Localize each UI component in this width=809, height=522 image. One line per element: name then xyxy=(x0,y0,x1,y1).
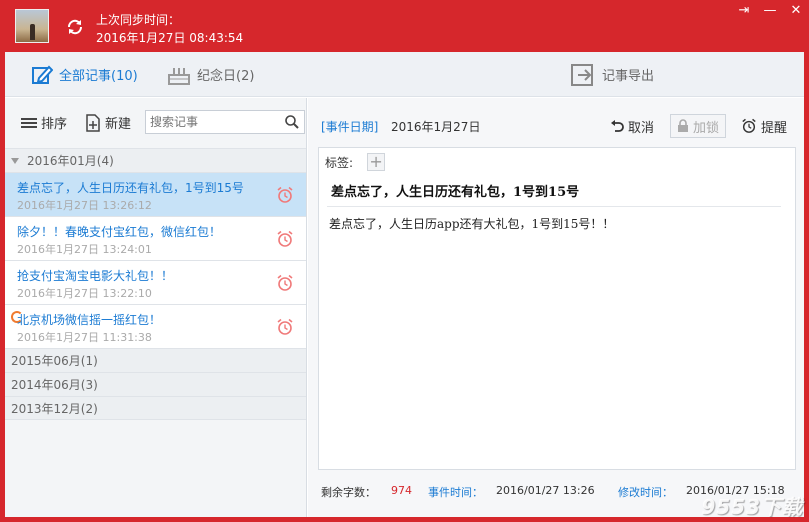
list-item[interactable]: 差点忘了，人生日历还有礼包，1号到15号 2016年1月27日 13:26:12 xyxy=(5,172,306,216)
group-2015-06[interactable]: 2015年06月(1) xyxy=(5,144,314,372)
group-2013-12[interactable]: 2013年12月(2) xyxy=(5,144,314,420)
collapse-arrow-icon xyxy=(11,157,19,164)
alarm-clock-icon[interactable] xyxy=(276,230,294,248)
group-label: 2013年12月(2) xyxy=(11,401,98,416)
event-date-label[interactable]: [事件日期] xyxy=(321,118,378,135)
event-time-value: 2016/01/27 13:26 xyxy=(496,484,595,497)
note-title: 抢支付宝淘宝电影大礼包！！ xyxy=(17,269,174,283)
alarm-clock-icon[interactable] xyxy=(276,274,294,292)
event-time-label: 事件时间： xyxy=(428,486,483,499)
pin-icon[interactable]: ⇥ xyxy=(734,3,754,19)
list-item[interactable]: 除夕！！春晚支付宝红包，微信红包！ 2016年1月27日 13:24:01 xyxy=(5,216,306,260)
search-input[interactable] xyxy=(146,111,280,133)
sync-icon[interactable] xyxy=(66,18,84,36)
tab-label: 纪念日(2) xyxy=(197,69,255,84)
new-note-icon xyxy=(86,113,100,132)
list-toolbar: 排序 新建 xyxy=(5,98,306,148)
add-tag-button[interactable]: + xyxy=(367,153,386,171)
detail-header: [事件日期] 2016年1月27日 取消 加锁 提醒 xyxy=(308,98,804,146)
list-item[interactable]: 抢支付宝淘宝电影大礼包！！ 2016年1月27日 13:22:10 xyxy=(5,260,306,304)
alarm-clock-icon xyxy=(742,118,756,133)
note-date: 2016年1月27日 13:26:12 xyxy=(17,199,152,212)
remaining-chars-value: 974 xyxy=(391,484,412,497)
avatar[interactable] xyxy=(15,9,49,43)
search-icon[interactable] xyxy=(284,114,300,130)
note-title: 差点忘了，人生日历还有礼包，1号到15号 xyxy=(17,181,244,195)
sort-button[interactable]: 排序 xyxy=(21,113,67,132)
note-date: 2016年1月27日 13:24:01 xyxy=(17,243,152,256)
note-title: 除夕！！春晚支付宝红包，微信红包！ xyxy=(17,225,222,239)
note-detail-panel: [事件日期] 2016年1月27日 取消 加锁 提醒 标签: + 差点忘了，人生… xyxy=(308,98,804,517)
sync-label: 上次同步时间： xyxy=(96,13,181,27)
main-window: 全部记事(10) 纪念日(2) 记事导出 排序 新建 搜索记事 2016年01月… xyxy=(5,52,804,517)
tab-all-notes[interactable]: 全部记事(10) xyxy=(31,52,138,97)
lock-icon xyxy=(678,119,688,132)
group-2016-01[interactable]: 2016年01月(4) xyxy=(5,148,306,172)
tab-export[interactable]: 记事导出 xyxy=(570,52,654,97)
new-note-button[interactable]: 新建 xyxy=(85,113,131,132)
event-date-value: 2016年1月27日 xyxy=(391,120,481,134)
lock-button[interactable]: 加锁 xyxy=(670,114,727,138)
group-label: 2014年06月(3) xyxy=(11,378,98,392)
tab-label: 全部记事(10) xyxy=(59,69,138,84)
menu-icon xyxy=(21,117,37,128)
cancel-button[interactable]: 取消 xyxy=(610,114,654,138)
sort-label: 排序 xyxy=(41,117,68,132)
note-date: 2016年1月27日 11:31:38 xyxy=(17,331,152,344)
note-date: 2016年1月27日 13:22:10 xyxy=(17,287,152,300)
sync-time: 2016年1月27日 08:43:54 xyxy=(96,31,244,45)
modify-time-label: 修改时间： xyxy=(618,486,673,499)
remind-label: 提醒 xyxy=(761,120,788,136)
note-editor[interactable]: 标签: + 差点忘了，人生日历还有礼包，1号到15号 差点忘了，人生日历app还… xyxy=(318,147,796,470)
note-title: 北京机场微信摇一摇红包！ xyxy=(17,313,162,327)
group-label: 2016年01月(4) xyxy=(27,154,114,168)
tab-bar: 全部记事(10) 纪念日(2) 记事导出 xyxy=(5,52,804,97)
undo-icon xyxy=(611,120,624,132)
minimize-icon[interactable]: — xyxy=(760,3,780,19)
close-icon[interactable]: ✕ xyxy=(786,3,806,19)
title-bar: 上次同步时间： 2016年1月27日 08:43:54 ⇥ — ✕ xyxy=(0,0,809,52)
search-box xyxy=(145,110,305,134)
lock-label: 加锁 xyxy=(693,120,720,136)
remind-button[interactable]: 提醒 xyxy=(741,114,787,138)
list-item[interactable]: 北京机场微信摇一摇红包！ 2016年1月27日 11:31:38 xyxy=(5,304,306,348)
note-title-field[interactable]: 差点忘了，人生日历还有礼包，1号到15号 xyxy=(331,181,579,200)
group-label: 2015年06月(1) xyxy=(11,354,98,368)
tab-label: 记事导出 xyxy=(602,69,655,84)
cancel-label: 取消 xyxy=(628,120,655,136)
watermark-logo: 9553下载 xyxy=(701,495,803,519)
alarm-clock-icon[interactable] xyxy=(276,186,294,204)
tab-anniversary[interactable]: 纪念日(2) xyxy=(167,52,254,97)
group-2014-06[interactable]: 2014年06月(3) xyxy=(5,144,314,396)
note-body-field[interactable]: 差点忘了，人生日历app还有大礼包，1号到15号！！ xyxy=(329,215,614,232)
divider xyxy=(327,206,781,207)
cake-icon xyxy=(168,67,190,85)
tag-row: 标签: + xyxy=(325,153,386,171)
new-note-label: 新建 xyxy=(105,117,132,132)
tag-label: 标签: xyxy=(325,155,354,170)
remaining-chars-label: 剩余字数： xyxy=(321,486,376,499)
edit-icon xyxy=(32,65,53,84)
alarm-clock-icon[interactable] xyxy=(276,318,294,336)
note-list-panel: 排序 新建 2016年01月(4) xyxy=(5,98,314,517)
export-icon xyxy=(571,63,593,86)
